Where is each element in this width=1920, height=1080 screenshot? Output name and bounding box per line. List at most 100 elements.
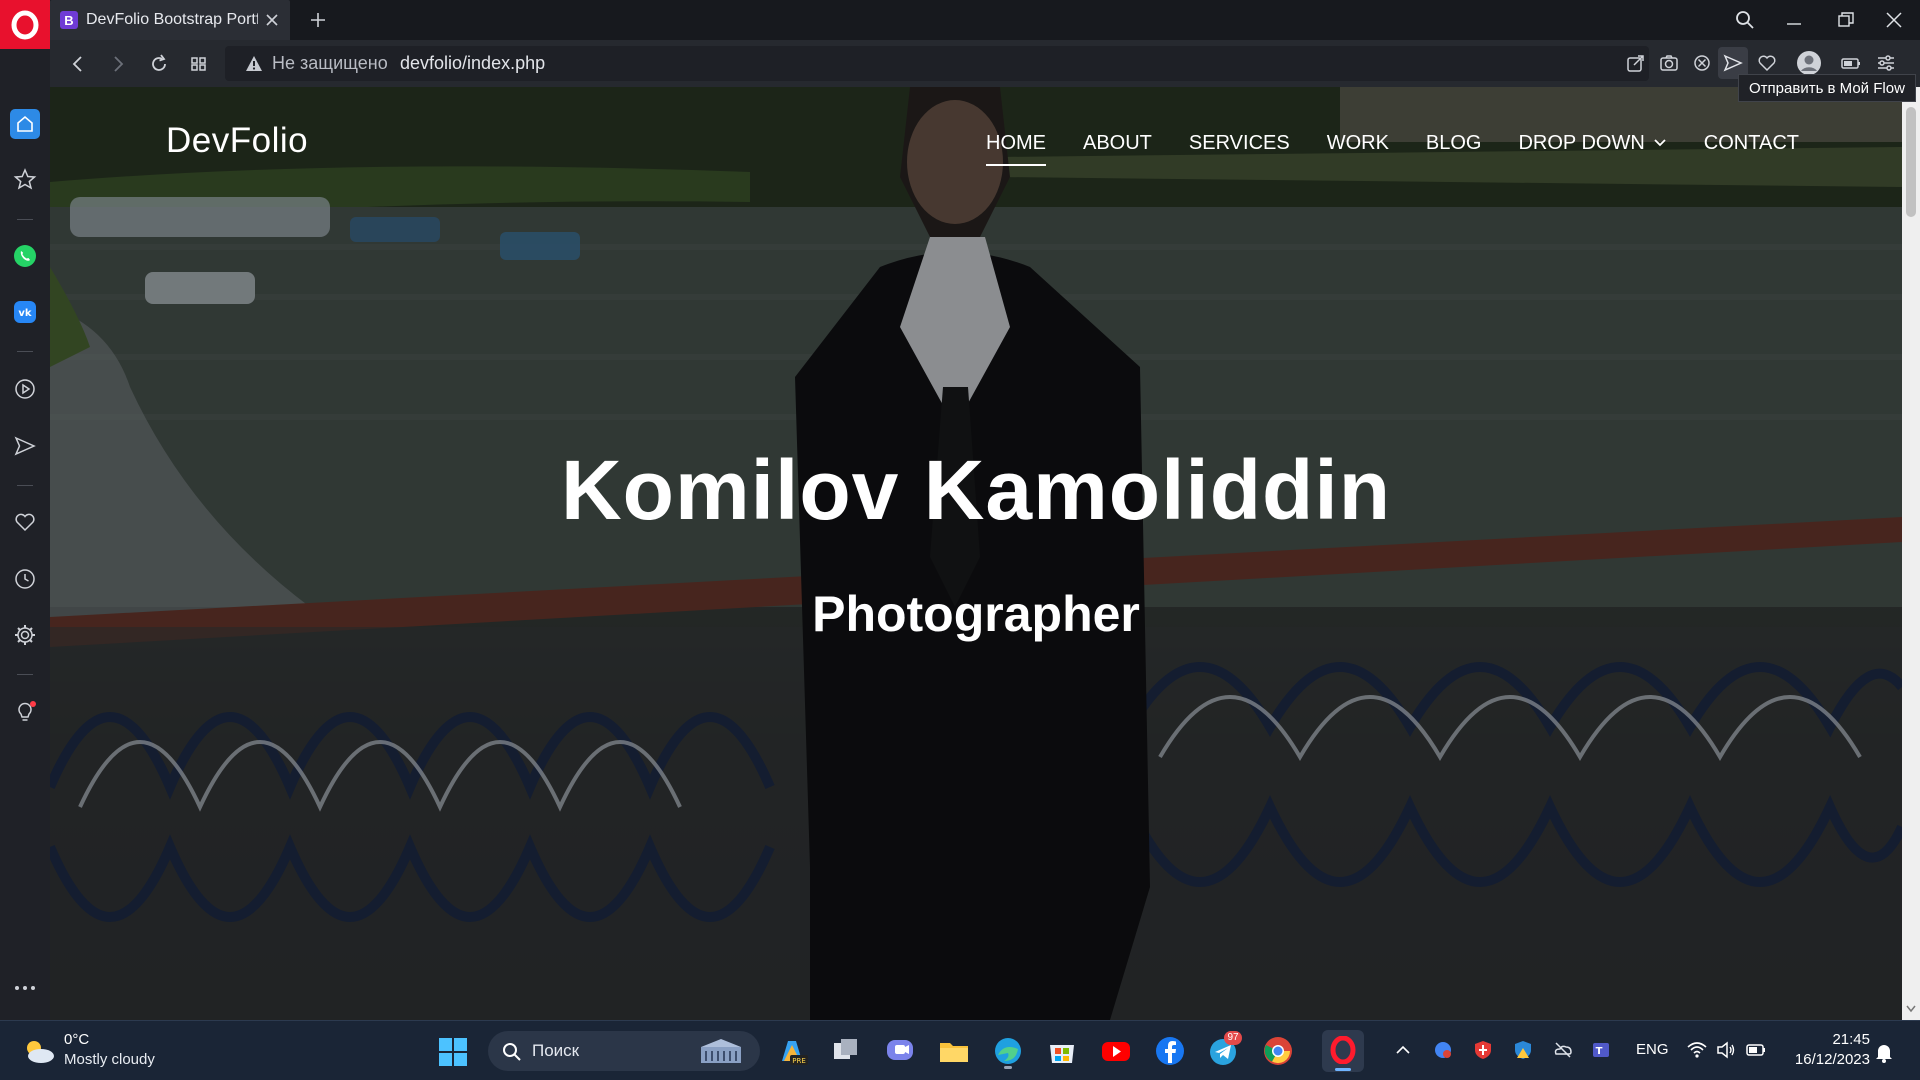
browser-sidebar: vk [0,49,50,1020]
nav-link-blog[interactable]: BLOG [1426,130,1482,156]
app-active-indicator [1335,1068,1351,1071]
battery-saver-icon[interactable] [1840,52,1862,74]
tray-antivirus-shield-icon[interactable] [1472,1039,1494,1061]
hero-dark-overlay [50,87,1902,1020]
web-page: DevFolio HOME ABOUT SERVICES WORK BLOG D… [50,87,1902,1020]
copilot-pre-icon[interactable]: PRE [774,1033,810,1069]
bookmarks-heart-icon[interactable] [12,509,38,535]
youtube-icon[interactable] [1098,1033,1134,1069]
app-running-indicator [1004,1066,1012,1069]
tooltip: Отправить в Мой Flow [1738,74,1916,102]
telegram-unread-badge: 97 [1224,1031,1242,1045]
opera-icon [1330,1036,1356,1064]
nav-link-about[interactable]: ABOUT [1083,130,1152,156]
nav-link-work[interactable]: WORK [1327,130,1389,156]
clock-time[interactable]: 21:45 [1804,1031,1870,1048]
security-status[interactable]: Не защищено [272,53,388,74]
tab-favicon-icon: B [60,11,78,29]
windows-taskbar: 0°C Mostly cloudy Поиск PRE 97 T ENG 21:… [0,1020,1920,1080]
weather-description[interactable]: Mostly cloudy [64,1051,155,1068]
tray-chrome-sync-icon[interactable] [1432,1039,1454,1061]
volume-icon[interactable] [1715,1039,1737,1061]
profile-avatar-icon[interactable] [1796,50,1822,76]
site-logo[interactable]: DevFolio [166,121,308,161]
reload-icon[interactable] [147,52,171,76]
tray-onedrive-off-icon[interactable] [1552,1039,1574,1061]
facebook-icon[interactable] [1152,1033,1188,1069]
hero-subtitle: Photographer [812,586,1140,642]
heart-bookmark-icon[interactable] [1756,52,1778,74]
share-edit-icon[interactable] [1625,52,1647,74]
page-scrollbar[interactable] [1902,87,1920,1020]
teams-chat-icon[interactable] [882,1033,918,1069]
snapshot-camera-icon[interactable] [1658,52,1680,74]
browser-tab[interactable]: B DevFolio Bootstrap Portfoli [50,0,290,40]
task-view-icon[interactable] [828,1033,864,1069]
player-icon[interactable] [12,376,38,402]
sidebar-home-button[interactable] [10,109,40,139]
new-tab-plus-icon[interactable] [306,8,330,32]
send-arrow-icon [1723,54,1743,72]
forward-arrow-icon[interactable] [106,52,130,76]
file-explorer-icon[interactable] [936,1033,972,1069]
site-navigation: HOME ABOUT SERVICES WORK BLOG DROP DOWN … [986,130,1799,166]
telegram-app-button[interactable]: 97 [1206,1031,1242,1069]
chrome-icon[interactable] [1260,1033,1296,1069]
tray-overflow-chevron-icon[interactable] [1392,1039,1414,1061]
sidebar-speed-dial-star-icon[interactable] [12,167,38,193]
nav-link-home[interactable]: HOME [986,130,1046,166]
minimize-icon[interactable] [1782,8,1806,32]
nav-label: DROP DOWN [1518,131,1645,154]
history-clock-icon[interactable] [12,566,38,592]
adblock-icon[interactable] [1691,52,1713,74]
clock-date[interactable]: 16/12/2023 [1784,1051,1870,1068]
my-flow-send-icon[interactable] [12,433,38,459]
close-window-icon[interactable] [1882,8,1906,32]
nav-label: ABOUT [1083,131,1152,154]
scroll-down-arrow-icon[interactable] [1906,1005,1916,1013]
opera-taskbar-button[interactable] [1322,1030,1364,1072]
url-field[interactable]: Не защищено devfolio/index.php [225,46,1649,81]
easy-setup-sliders-icon[interactable] [1875,52,1897,74]
tab-close-icon[interactable] [264,12,280,28]
tabs-grid-icon[interactable] [187,52,211,76]
tray-teams-icon[interactable]: T [1590,1039,1612,1061]
tray-security-warning-icon[interactable] [1512,1039,1534,1061]
home-icon [17,115,33,132]
nav-link-services[interactable]: SERVICES [1189,130,1290,156]
tab-bar: B DevFolio Bootstrap Portfoli [0,0,1920,49]
url-text[interactable]: devfolio/index.php [400,53,545,74]
back-arrow-icon[interactable] [66,52,90,76]
taskbar-search[interactable]: Поиск [488,1031,760,1071]
edge-browser-icon[interactable] [990,1033,1026,1069]
wifi-icon[interactable] [1686,1039,1708,1061]
notification-bell-icon[interactable] [1874,1041,1894,1063]
svg-text:PRE: PRE [792,1057,806,1065]
settings-gear-icon[interactable] [12,622,38,648]
opera-menu-button[interactable] [0,0,50,49]
scroll-thumb[interactable] [1906,107,1916,217]
nav-label: CONTACT [1703,131,1799,154]
nav-label: WORK [1326,131,1389,154]
input-language[interactable]: ENG [1636,1041,1669,1058]
tips-lightbulb-icon[interactable] [12,699,38,725]
windows-start-icon[interactable] [438,1037,468,1067]
microsoft-store-icon[interactable] [1044,1033,1080,1069]
tab-search-icon[interactable] [1733,8,1757,32]
whatsapp-icon[interactable] [12,243,38,269]
opera-logo-icon [11,10,39,39]
address-toolbar: Не защищено devfolio/index.php [50,40,1920,87]
warning-triangle-icon[interactable] [245,55,263,72]
nav-link-dropdown[interactable]: DROP DOWN [1518,130,1666,156]
vk-icon[interactable]: vk [12,299,38,325]
sidebar-separator [17,351,33,352]
sidebar-separator [17,219,33,220]
svg-text:T: T [1596,1046,1603,1057]
sidebar-more-icon[interactable] [12,981,38,995]
nav-link-contact[interactable]: CONTACT [1704,130,1799,156]
battery-icon[interactable] [1745,1039,1767,1061]
restore-icon[interactable] [1834,8,1858,32]
sidebar-separator [17,674,33,675]
weather-cloudy-icon[interactable] [20,1036,56,1066]
weather-temperature[interactable]: 0°C [64,1031,89,1048]
